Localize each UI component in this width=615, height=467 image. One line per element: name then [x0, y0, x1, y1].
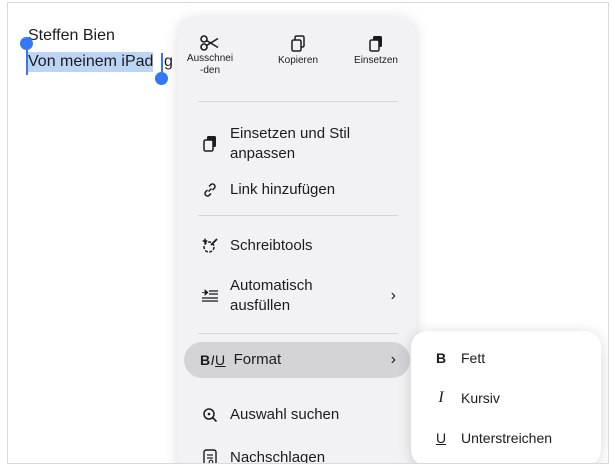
menu-item-label: Automatisch ausfüllen — [230, 277, 313, 314]
submenu-item-label: Fett — [461, 350, 486, 366]
cut-button[interactable]: Ausschnei-den — [180, 29, 240, 77]
underline-icon: U — [435, 430, 447, 446]
writing-tools-icon — [200, 236, 220, 256]
text-line-signature[interactable]: Von meinem iPad — [28, 52, 154, 72]
chevron-right-icon: › — [390, 287, 396, 304]
copy-icon — [291, 35, 305, 52]
selection-start-handle[interactable] — [20, 37, 33, 50]
scissors-icon — [200, 35, 219, 51]
menu-divider — [198, 101, 398, 102]
text-line-name[interactable]: Steffen Bien — [28, 27, 115, 45]
chevron-right-icon: › — [390, 351, 396, 368]
menu-item-writing-tools[interactable]: Schreibtools — [178, 233, 416, 259]
submenu-item-label: Kursiv — [461, 390, 500, 406]
dictionary-icon — [200, 448, 220, 463]
menu-item-look-up[interactable]: Nachschlagen — [178, 445, 416, 464]
italic-icon: I — [438, 389, 444, 406]
menu-divider — [198, 215, 398, 216]
paste-icon — [200, 134, 220, 154]
menu-item-format[interactable]: BIU Format › — [184, 342, 410, 378]
menu-item-autofill[interactable]: Automatisch ausfüllen › — [178, 271, 416, 321]
menu-item-label: Nachschlagen — [230, 449, 326, 464]
bold-icon: B — [435, 350, 447, 366]
menu-item-label: Schreibtools — [230, 237, 313, 254]
copy-label: Kopieren — [277, 55, 319, 66]
text-continuation: g — [164, 53, 173, 70]
submenu-item-italic[interactable]: I Kursiv — [411, 387, 601, 409]
cut-label: Ausschnei-den — [186, 53, 234, 76]
menu-divider — [198, 333, 398, 334]
selected-text[interactable]: Von meinem iPad — [28, 52, 154, 72]
paste-button[interactable]: Einsetzen — [346, 29, 406, 67]
context-menu: Ausschnei-den Kopieren Einsetzen Einsetz… — [178, 17, 416, 464]
menu-item-add-link[interactable]: Link hinzufügen — [178, 177, 416, 203]
link-icon — [200, 180, 220, 200]
menu-item-label: Einsetzen und Stil anpassen — [230, 125, 351, 162]
menu-item-find-selection[interactable]: Auswahl suchen — [178, 402, 416, 428]
menu-item-paste-and-match-style[interactable]: Einsetzen und Stil anpassen — [178, 119, 416, 169]
menu-item-label: Auswahl suchen — [230, 406, 340, 423]
paste-icon — [369, 36, 382, 52]
document-frame: Steffen Bien Von meinem iPad g Ausschnei… — [7, 2, 609, 464]
magnifier-icon — [200, 405, 220, 425]
submenu-item-bold[interactable]: B Fett — [411, 347, 601, 369]
submenu-item-underline[interactable]: U Unterstreichen — [411, 427, 601, 449]
copy-button[interactable]: Kopieren — [268, 29, 328, 67]
menu-item-label: Link hinzufügen — [230, 181, 336, 198]
selection-end-handle[interactable] — [155, 72, 168, 85]
autofill-icon — [200, 286, 220, 306]
format-submenu: B Fett I Kursiv U Unterstreichen — [411, 331, 601, 463]
submenu-item-label: Unterstreichen — [461, 430, 553, 446]
format-icon: BIU — [200, 352, 226, 368]
paste-label: Einsetzen — [354, 55, 398, 66]
menu-item-label: Format — [233, 351, 282, 368]
